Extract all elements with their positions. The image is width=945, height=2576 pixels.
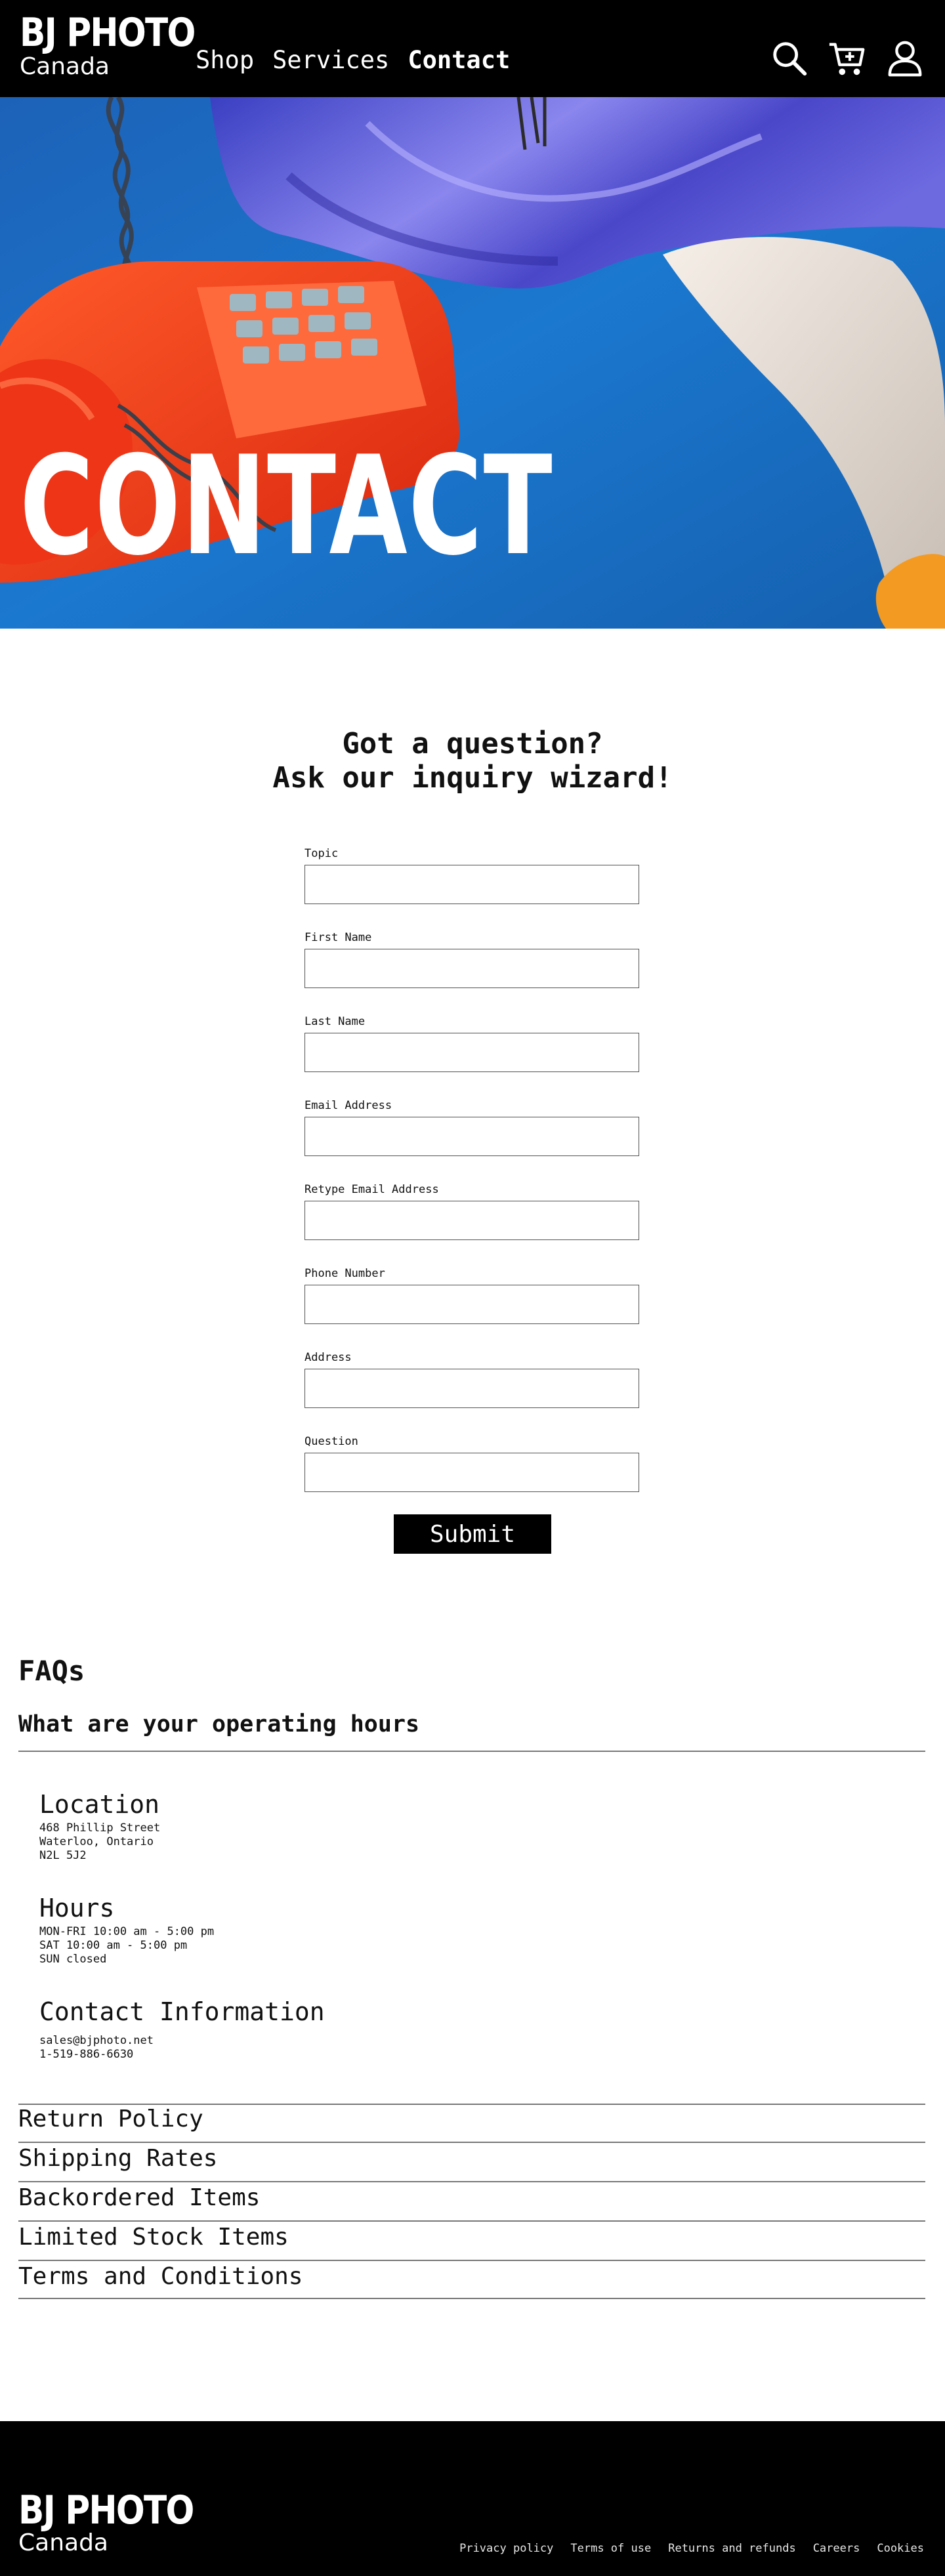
phone-input[interactable] xyxy=(304,1285,639,1324)
footer-link-terms-of-use[interactable]: Terms of use xyxy=(570,2542,651,2555)
footer-brand-logo[interactable]: BJ PHOTO Canada xyxy=(18,2491,222,2555)
field-question: Question xyxy=(304,1434,640,1492)
field-label: Last Name xyxy=(304,1015,366,1028)
form-heading-line1: Got a question? xyxy=(342,727,603,760)
hours-line: SUN closed xyxy=(39,1953,107,1966)
field-first-name: First Name xyxy=(304,930,640,988)
nav-item-services[interactable]: Services xyxy=(272,46,389,74)
field-label: First Name xyxy=(304,931,372,944)
site-footer: BJ PHOTO Canada Privacy policy Terms of … xyxy=(0,2421,945,2576)
site-header: BJ PHOTO Canada Shop Services Contact xyxy=(0,0,945,97)
field-address: Address xyxy=(304,1350,640,1408)
footer-nav: Privacy policy Terms of use Returns and … xyxy=(459,2542,924,2555)
contact-heading: Contact Information xyxy=(39,1997,325,2026)
email-input[interactable] xyxy=(304,1117,639,1156)
divider xyxy=(18,2220,925,2222)
footer-brand-region: Canada xyxy=(18,2529,108,2556)
faq-answer-location: Location 468 Phillip Street Waterloo, On… xyxy=(39,1790,160,1863)
faq-title: FAQs xyxy=(18,1655,85,1687)
field-label: Topic xyxy=(304,847,339,860)
first-name-input[interactable] xyxy=(304,949,639,988)
account-icon[interactable] xyxy=(885,38,925,79)
footer-link-cookies[interactable]: Cookies xyxy=(877,2542,924,2555)
brand-logo[interactable]: BJ PHOTO Canada xyxy=(20,13,223,79)
brand-name: BJ PHOTO xyxy=(20,10,196,56)
brand-region: Canada xyxy=(20,53,110,80)
hero-title: CONTACT xyxy=(20,427,554,586)
field-topic: Topic xyxy=(304,846,640,904)
field-retype-email: Retype Email Address xyxy=(304,1182,640,1240)
location-line: 468 Phillip Street xyxy=(39,1821,161,1835)
field-label: Retype Email Address xyxy=(304,1183,439,1196)
footer-brand-name: BJ PHOTO xyxy=(18,2487,194,2533)
field-label: Question xyxy=(304,1435,358,1448)
hours-line: MON-FRI 10:00 am - 5:00 pm xyxy=(39,1925,215,1938)
footer-link-returns-and-refunds[interactable]: Returns and refunds xyxy=(668,2542,795,2555)
contact-phone[interactable]: 1-519-886-6630 xyxy=(39,2048,325,2062)
location-line: Waterloo, Ontario xyxy=(39,1835,154,1848)
faq-item-limited-stock-items[interactable]: Limited Stock Items xyxy=(18,2223,925,2262)
contact-email[interactable]: sales@bjphoto.net xyxy=(39,2034,325,2048)
submit-button[interactable]: Submit xyxy=(394,1514,551,1554)
divider xyxy=(18,2142,925,2143)
field-phone: Phone Number xyxy=(304,1266,640,1324)
footer-link-privacy-policy[interactable]: Privacy policy xyxy=(459,2542,553,2555)
hours-line: SAT 10:00 am - 5:00 pm xyxy=(39,1939,188,1952)
field-label: Phone Number xyxy=(304,1267,385,1280)
form-heading-line2: Ask our inquiry wizard! xyxy=(272,761,673,795)
header-icon-group xyxy=(769,38,925,79)
hours-heading: Hours xyxy=(39,1894,115,1922)
faq-item-shipping-rates[interactable]: Shipping Rates xyxy=(18,2144,925,2184)
faq-answer-hours: Hours MON-FRI 10:00 am - 5:00 pm SAT 10:… xyxy=(39,1894,214,1966)
faq-answer-contact: Contact Information sales@bjphoto.net 1-… xyxy=(39,1997,325,2062)
faq-question-operating-hours[interactable]: What are your operating hours xyxy=(18,1711,419,1737)
nav-item-shop[interactable]: Shop xyxy=(196,46,254,74)
faq-item-terms-and-conditions[interactable]: Terms and Conditions xyxy=(18,2262,925,2302)
field-last-name: Last Name xyxy=(304,1014,640,1072)
divider xyxy=(18,2181,925,2182)
question-input[interactable] xyxy=(304,1453,639,1492)
search-icon[interactable] xyxy=(769,38,810,79)
location-heading: Location xyxy=(39,1790,160,1819)
faq-item-return-policy[interactable]: Return Policy xyxy=(18,2105,925,2144)
footer-link-careers[interactable]: Careers xyxy=(813,2542,860,2555)
divider xyxy=(18,2260,925,2261)
retype-email-input[interactable] xyxy=(304,1201,639,1240)
field-label: Email Address xyxy=(304,1099,392,1112)
last-name-input[interactable] xyxy=(304,1033,639,1072)
hero-banner: CONTACT xyxy=(0,97,945,629)
field-email: Email Address xyxy=(304,1098,640,1156)
cart-icon[interactable] xyxy=(827,38,868,79)
faq-item-backordered-items[interactable]: Backordered Items xyxy=(18,2184,925,2223)
address-input[interactable] xyxy=(304,1369,639,1408)
field-label: Address xyxy=(304,1351,352,1364)
divider xyxy=(18,1751,925,1752)
main-nav: Shop Services Contact xyxy=(196,46,510,74)
form-heading: Got a question? Ask our inquiry wizard! xyxy=(0,727,945,795)
divider xyxy=(18,2298,925,2299)
topic-input[interactable] xyxy=(304,865,639,904)
nav-item-contact[interactable]: Contact xyxy=(408,46,510,74)
location-line: N2L 5J2 xyxy=(39,1849,87,1862)
